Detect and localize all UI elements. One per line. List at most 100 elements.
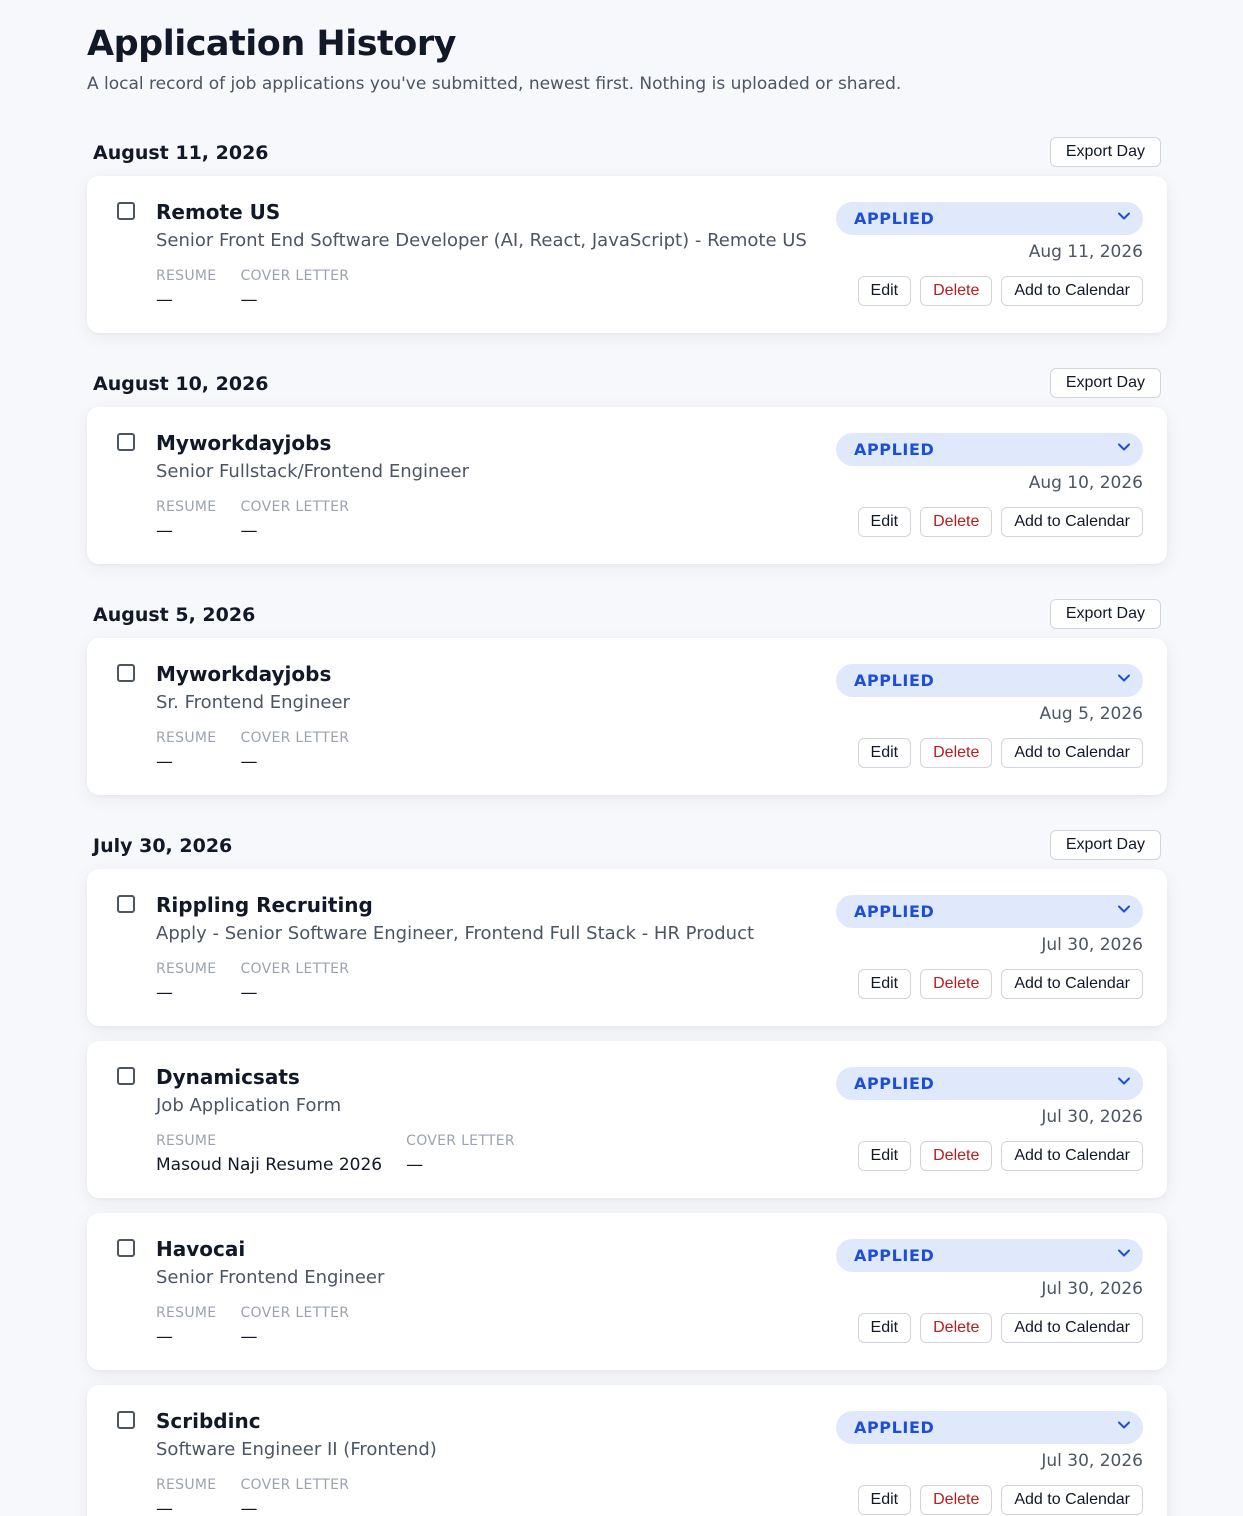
cover-letter-field: COVER LETTER — xyxy=(240,267,349,310)
job-title: Software Engineer II (Frontend) xyxy=(156,1439,437,1460)
edit-button[interactable]: Edit xyxy=(857,1313,912,1343)
export-day-button[interactable]: Export Day xyxy=(1049,830,1161,860)
edit-button[interactable]: Edit xyxy=(857,738,912,768)
status-value: APPLIED xyxy=(854,1246,935,1265)
job-title: Senior Front End Software Developer (AI,… xyxy=(156,230,807,251)
documents: RESUME Masoud Naji Resume 2026 COVER LET… xyxy=(156,1132,515,1175)
card-actions: Edit Delete Add to Calendar xyxy=(857,969,1143,999)
chevron-down-icon xyxy=(1118,212,1130,220)
select-checkbox[interactable] xyxy=(117,1411,135,1429)
select-checkbox[interactable] xyxy=(117,895,135,913)
chevron-down-icon xyxy=(1118,1077,1130,1085)
job-title: Senior Frontend Engineer xyxy=(156,1267,385,1288)
select-checkbox[interactable] xyxy=(117,1239,135,1257)
cover-letter-value: — xyxy=(240,1499,258,1516)
delete-button[interactable]: Delete xyxy=(920,1313,993,1343)
cover-letter-label: COVER LETTER xyxy=(240,1305,350,1321)
select-checkbox[interactable] xyxy=(117,664,135,682)
add-to-calendar-button[interactable]: Add to Calendar xyxy=(1001,1141,1143,1171)
delete-button[interactable]: Delete xyxy=(920,1141,993,1171)
delete-button[interactable]: Delete xyxy=(920,276,993,306)
resume-field: RESUME — xyxy=(156,729,216,772)
status-select[interactable]: APPLIED xyxy=(836,202,1143,235)
edit-button[interactable]: Edit xyxy=(857,969,912,999)
resume-value: — xyxy=(156,1499,173,1516)
status-select[interactable]: APPLIED xyxy=(836,1411,1143,1444)
edit-button[interactable]: Edit xyxy=(857,276,912,306)
job-title: Sr. Frontend Engineer xyxy=(156,692,350,713)
cover-letter-value: — xyxy=(240,521,258,541)
applied-date: Aug 10, 2026 xyxy=(1028,473,1143,493)
company-name: Havocai xyxy=(156,1237,246,1261)
delete-button[interactable]: Delete xyxy=(920,969,993,999)
cover-letter-label: COVER LETTER xyxy=(240,499,350,515)
documents: RESUME — COVER LETTER — xyxy=(156,960,349,1003)
cover-letter-value: — xyxy=(240,752,258,772)
status-select[interactable]: APPLIED xyxy=(836,433,1143,466)
applied-date: Aug 11, 2026 xyxy=(1028,242,1143,262)
application-history-page: Application History A local record of jo… xyxy=(87,22,1167,1516)
company-name: Myworkdayjobs xyxy=(156,662,332,686)
cover-letter-field: COVER LETTER — xyxy=(240,1476,349,1516)
select-checkbox[interactable] xyxy=(117,433,135,451)
documents: RESUME — COVER LETTER — xyxy=(156,498,349,541)
add-to-calendar-button[interactable]: Add to Calendar xyxy=(1001,969,1143,999)
delete-button[interactable]: Delete xyxy=(920,507,993,537)
status-select[interactable]: APPLIED xyxy=(836,895,1143,928)
edit-button[interactable]: Edit xyxy=(857,1485,912,1515)
status-value: APPLIED xyxy=(854,1418,935,1437)
card-actions: Edit Delete Add to Calendar xyxy=(857,276,1143,306)
edit-button[interactable]: Edit xyxy=(857,1141,912,1171)
company-name: Remote US xyxy=(156,200,281,224)
application-groups: August 11, 2026 Export Day Remote US Sen… xyxy=(87,137,1167,1516)
date-group-header: August 11, 2026 Export Day xyxy=(87,137,1167,171)
delete-button[interactable]: Delete xyxy=(920,1485,993,1515)
delete-button[interactable]: Delete xyxy=(920,738,993,768)
documents: RESUME — COVER LETTER — xyxy=(156,1476,349,1516)
application-card: Remote US Senior Front End Software Deve… xyxy=(87,176,1167,333)
add-to-calendar-button[interactable]: Add to Calendar xyxy=(1001,276,1143,306)
job-title: Senior Fullstack/Frontend Engineer xyxy=(156,461,469,482)
chevron-down-icon xyxy=(1118,905,1130,913)
status-value: APPLIED xyxy=(854,1074,935,1093)
edit-button[interactable]: Edit xyxy=(857,507,912,537)
export-day-button[interactable]: Export Day xyxy=(1049,368,1161,398)
export-day-button[interactable]: Export Day xyxy=(1049,599,1161,629)
cover-letter-label: COVER LETTER xyxy=(240,268,350,284)
resume-label: RESUME xyxy=(156,1305,217,1321)
add-to-calendar-button[interactable]: Add to Calendar xyxy=(1001,1313,1143,1343)
add-to-calendar-button[interactable]: Add to Calendar xyxy=(1001,738,1143,768)
card-actions: Edit Delete Add to Calendar xyxy=(857,738,1143,768)
chevron-down-icon xyxy=(1118,1421,1130,1429)
cover-letter-label: COVER LETTER xyxy=(240,1477,350,1493)
select-checkbox[interactable] xyxy=(117,1067,135,1085)
status-select[interactable]: APPLIED xyxy=(836,1067,1143,1100)
status-select[interactable]: APPLIED xyxy=(836,1239,1143,1272)
applied-date: Jul 30, 2026 xyxy=(1041,935,1143,955)
group-date: August 10, 2026 xyxy=(93,373,269,395)
page-subtitle: A local record of job applications you'v… xyxy=(87,74,902,94)
date-group: August 10, 2026 Export Day Myworkdayjobs… xyxy=(87,368,1167,564)
add-to-calendar-button[interactable]: Add to Calendar xyxy=(1001,1485,1143,1515)
select-checkbox[interactable] xyxy=(117,202,135,220)
date-group: August 5, 2026 Export Day Myworkdayjobs … xyxy=(87,599,1167,795)
resume-field: RESUME — xyxy=(156,267,216,310)
company-name: Dynamicsats xyxy=(156,1065,300,1089)
page-title: Application History xyxy=(87,24,456,64)
status-select[interactable]: APPLIED xyxy=(836,664,1143,697)
job-title: Apply - Senior Software Engineer, Fronte… xyxy=(156,923,755,944)
application-card: Myworkdayjobs Sr. Frontend Engineer RESU… xyxy=(87,638,1167,795)
resume-label: RESUME xyxy=(156,730,217,746)
resume-field: RESUME — xyxy=(156,1476,216,1516)
status-value: APPLIED xyxy=(854,440,935,459)
resume-value: — xyxy=(156,1327,173,1347)
export-day-button[interactable]: Export Day xyxy=(1049,137,1161,167)
cover-letter-field: COVER LETTER — xyxy=(406,1132,515,1175)
group-date: August 5, 2026 xyxy=(93,604,256,626)
applied-date: Jul 30, 2026 xyxy=(1041,1451,1143,1471)
resume-label: RESUME xyxy=(156,1133,217,1149)
add-to-calendar-button[interactable]: Add to Calendar xyxy=(1001,507,1143,537)
applied-date: Jul 30, 2026 xyxy=(1041,1279,1143,1299)
chevron-down-icon xyxy=(1118,1249,1130,1257)
cover-letter-field: COVER LETTER — xyxy=(240,498,349,541)
